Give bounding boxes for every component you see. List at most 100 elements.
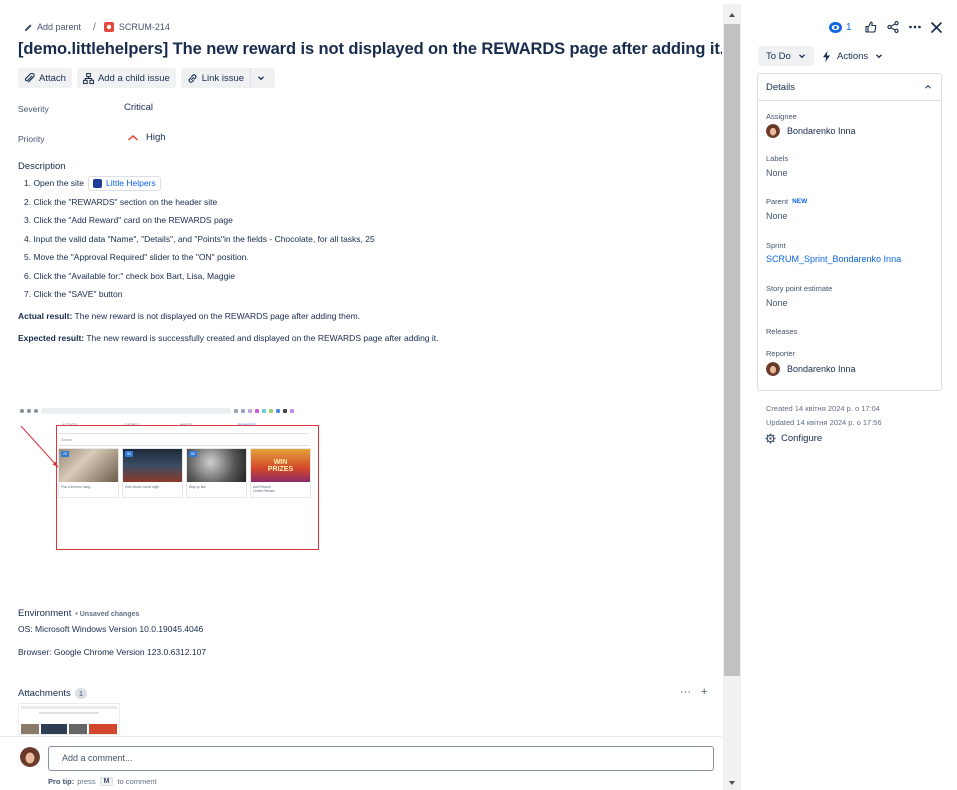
new-badge: NEW xyxy=(792,198,808,205)
attachments-label: Attachments xyxy=(18,688,71,699)
step-item: 3. Click the "Add Reward" card on the RE… xyxy=(24,215,233,226)
issue-key: SCRUM-214 xyxy=(118,22,170,32)
little-helpers-link[interactable]: Little Helpers xyxy=(88,175,161,191)
details-heading: Details xyxy=(766,81,796,93)
main-scrollbar[interactable] xyxy=(723,4,741,790)
parent-label: Parent NEW xyxy=(766,197,807,206)
step-item: 7. Click the "SAVE" button xyxy=(24,289,123,300)
avatar xyxy=(20,747,40,767)
chevron-down-icon xyxy=(876,54,883,59)
severity-value[interactable]: Critical xyxy=(124,102,153,113)
link-issue-button[interactable]: Link issue xyxy=(181,68,250,88)
thumbnail-browser-bar xyxy=(21,706,117,709)
attachments-add-button[interactable]: + xyxy=(701,686,707,698)
priority-high-icon xyxy=(128,135,138,141)
created-date: Created 14 квітня 2024 р. о 17:04 xyxy=(766,404,880,413)
environment-label: Environment • Unsaved changes xyxy=(18,608,139,619)
thumbnail-card xyxy=(89,724,117,734)
little-helpers-link-text: Little Helpers xyxy=(106,178,156,189)
step-item: 1. Open the site Little Helpers xyxy=(24,174,375,193)
keyboard-shortcut-m: M xyxy=(99,777,114,786)
reporter-field[interactable]: Bondarenko Inna xyxy=(766,362,856,376)
link-issue-label: Link issue xyxy=(201,72,245,84)
details-panel: Details Assignee Bondarenko Inna Labels … xyxy=(757,73,942,391)
sprint-label: Sprint xyxy=(766,241,786,250)
assignee-name: Bondarenko Inna xyxy=(787,126,856,136)
add-child-label: Add a child issue xyxy=(97,72,170,84)
reporter-avatar xyxy=(766,362,780,376)
vote-button[interactable] xyxy=(860,19,882,35)
watch-count: 1 xyxy=(846,21,852,33)
pro-tip-label: Pro tip: xyxy=(48,777,75,786)
paperclip-icon xyxy=(24,72,35,82)
steps-list[interactable]: 1. Open the site Little Helpers 2. Click… xyxy=(24,174,375,304)
hierarchy-icon xyxy=(82,72,94,84)
story-points-field[interactable]: None xyxy=(766,298,788,308)
assignee-field[interactable]: Bondarenko Inna xyxy=(766,124,856,138)
attachments-more-button[interactable]: ··· xyxy=(680,686,691,698)
pencil-icon xyxy=(24,23,32,31)
scroll-up-arrow-icon[interactable] xyxy=(727,10,737,20)
severity-label: Severity xyxy=(18,104,49,114)
more-actions-button[interactable] xyxy=(904,19,926,35)
share-icon xyxy=(886,21,899,33)
eye-icon xyxy=(829,21,842,33)
status-label: To Do xyxy=(766,50,791,62)
attachments-heading: Attachments 1 xyxy=(18,688,87,699)
reporter-name: Bondarenko Inna xyxy=(787,364,856,374)
actual-result-label: Actual result: xyxy=(18,311,73,321)
parent-field[interactable]: None xyxy=(766,211,788,221)
link-issue-split-button: Link issue xyxy=(180,68,276,88)
labels-label: Labels xyxy=(766,154,789,163)
thumbnail-card xyxy=(69,724,87,734)
status-dropdown[interactable]: To Do xyxy=(758,46,814,66)
more-icon xyxy=(908,25,921,29)
labels-field[interactable]: None xyxy=(766,168,788,178)
pro-tip: Pro tip: press M to comment xyxy=(48,777,157,786)
add-comment-input[interactable]: Add a comment... xyxy=(48,746,714,771)
scroll-down-arrow-icon[interactable] xyxy=(727,778,737,788)
environment-os[interactable]: OS: Microsoft Windows Version 10.0.19045… xyxy=(18,624,203,634)
environment-heading: Environment xyxy=(18,608,72,619)
issue-toolbar: Attach Add a child issue Link issue xyxy=(18,68,276,88)
attachments-actions: ··· + xyxy=(680,686,707,698)
add-parent-link[interactable]: Add parent xyxy=(24,22,81,32)
close-button[interactable] xyxy=(926,19,948,35)
issue-title[interactable]: [demo.littlehelpers] The new reward is n… xyxy=(18,40,722,59)
environment-browser[interactable]: Browser: Google Chrome Version 123.0.631… xyxy=(18,647,206,657)
reporter-label: Reporter xyxy=(766,349,796,358)
gear-icon xyxy=(765,433,776,444)
issue-key-link[interactable]: SCRUM-214 xyxy=(103,22,170,32)
chevron-down-icon xyxy=(798,54,805,59)
details-header[interactable]: Details xyxy=(758,74,941,101)
updated-date: Updated 14 квітня 2024 р. о 17:56 xyxy=(766,418,882,427)
share-button[interactable] xyxy=(882,19,904,35)
scrollbar-thumb[interactable] xyxy=(724,24,740,676)
more-issue-actions-dropdown[interactable] xyxy=(251,68,275,88)
watch-button[interactable]: 1 xyxy=(829,21,852,33)
chevron-up-icon xyxy=(925,84,931,89)
unsaved-changes-indicator: • Unsaved changes xyxy=(75,611,140,618)
actions-dropdown[interactable]: Actions xyxy=(822,46,883,66)
lightning-icon xyxy=(823,50,830,62)
add-child-issue-button[interactable]: Add a child issue xyxy=(76,68,176,88)
step-item: 5. Move the "Approval Required" slider t… xyxy=(24,252,249,263)
priority-text: High xyxy=(146,132,166,143)
attach-button[interactable]: Attach xyxy=(18,68,72,88)
close-icon xyxy=(931,21,942,33)
parent-label-text: Parent xyxy=(766,197,789,206)
site-favicon-icon xyxy=(93,178,103,188)
attachment-thumbnail[interactable] xyxy=(18,703,120,735)
sprint-link[interactable]: SCRUM_Sprint_Bondarenko Inna xyxy=(766,254,901,264)
issue-main-column: Add parent / SCRUM-214 [demo.littlehelpe… xyxy=(0,0,722,790)
link-icon xyxy=(188,73,197,83)
priority-value[interactable]: High xyxy=(128,132,166,143)
actions-label: Actions xyxy=(837,50,869,62)
description-screenshot[interactable]: ACTIVITY CHORES WANTS REWARDS Search 25 … xyxy=(18,404,351,554)
pro-tip-suffix: to comment xyxy=(117,777,157,786)
add-parent-label: Add parent xyxy=(37,22,82,32)
configure-button[interactable]: Configure xyxy=(765,433,822,444)
configure-label: Configure xyxy=(781,433,823,444)
expected-result: Expected result: The new reward is succe… xyxy=(18,333,439,343)
attach-label: Attach xyxy=(39,72,66,84)
